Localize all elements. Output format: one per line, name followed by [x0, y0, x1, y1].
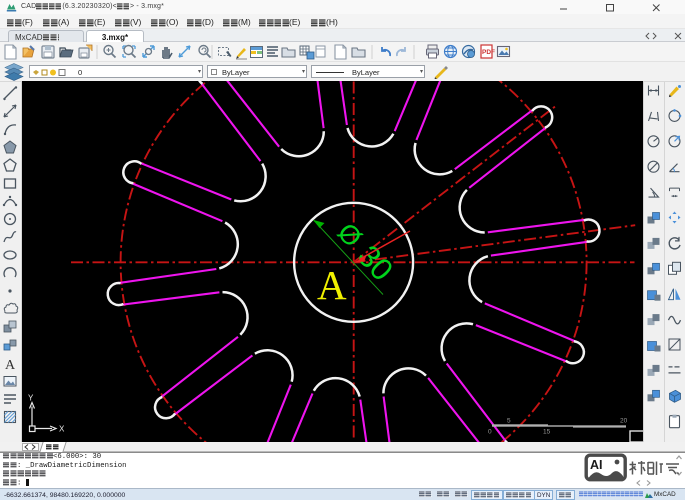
- svg-text:A: A: [317, 262, 347, 308]
- svg-text:AI: AI: [590, 458, 603, 472]
- svg-text:A: A: [5, 358, 16, 373]
- svg-text:15: 15: [543, 429, 551, 436]
- svg-text:Y: Y: [28, 394, 34, 403]
- svg-text:20: 20: [620, 418, 628, 425]
- svg-text:0: 0: [488, 429, 492, 436]
- svg-text:X: X: [59, 425, 65, 434]
- svg-text:PDF: PDF: [482, 49, 495, 56]
- svg-text:5: 5: [507, 418, 511, 425]
